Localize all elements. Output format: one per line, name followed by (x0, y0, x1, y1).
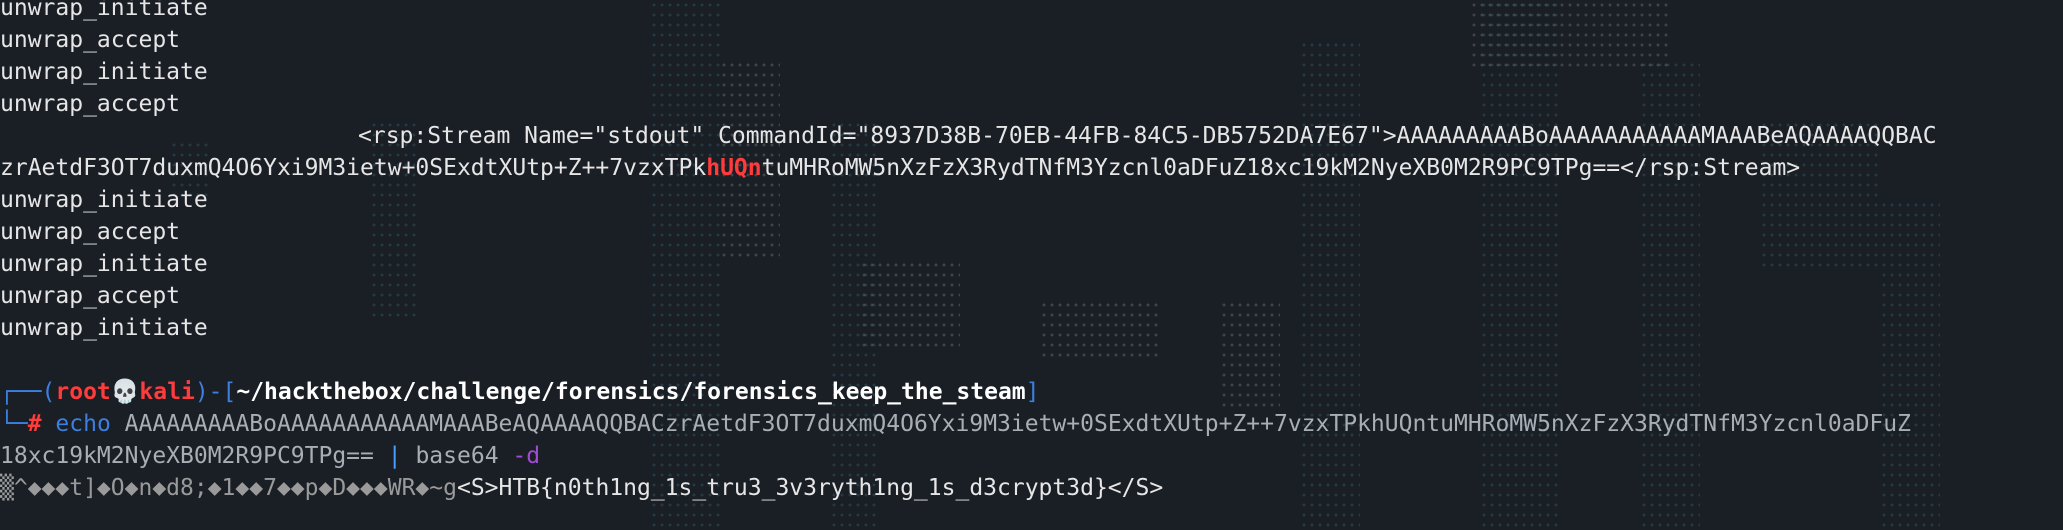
stream-open-text: <rsp:Stream Name="stdout" CommandId="893… (358, 123, 1937, 149)
command-argument-wrap: 18xc19kM2NyeXB0M2R9PC9TPg== (0, 443, 374, 469)
prompt-user: root (55, 379, 111, 405)
stream-text-a: zrAetdF3OT7duxmQ4O6Yxi9M3ietw+0SExdtXUtp… (0, 155, 707, 181)
prompt-box-bottom: └─ (0, 411, 28, 437)
decoded-flag-result: <S>HTB{n0th1ng_1s_tru3_3v3ryth1ng_1s_d3c… (456, 475, 1164, 501)
terminal-window[interactable]: unwrap_initiate unwrap_accept unwrap_ini… (0, 0, 2063, 530)
log-line: unwrap_accept (0, 283, 181, 309)
decoded-output-line: ▒^◆◆◆t]◆O◆n◆d8;◆1◆◆7◆◆p◆D◆◆◆WR◆~g<S>HTB{… (0, 472, 2063, 504)
log-line: unwrap_initiate (0, 315, 208, 341)
log-line: unwrap_accept (0, 219, 181, 245)
terminal-output: unwrap_initiate unwrap_accept unwrap_ini… (0, 0, 2063, 504)
decoded-garbage: ▒^◆◆◆t]◆O◆n◆d8;◆1◆◆7◆◆p◆D◆◆◆WR◆~g (0, 475, 457, 501)
log-line: unwrap_initiate (0, 251, 208, 277)
skull-icon: 💀 (110, 379, 140, 405)
prompt-line: ┌──(root💀kali)-[~/hackthebox/challenge/f… (0, 376, 2063, 408)
prompt-hash: # (27, 411, 42, 437)
prompt-cwd: ~/hackthebox/challenge/forensics/forensi… (236, 379, 1026, 405)
log-line: unwrap_accept (0, 91, 181, 117)
stream-line: <rsp:Stream Name="stdout" CommandId="893… (0, 120, 2063, 152)
prompt-end: ] (1025, 379, 1040, 405)
command-flag: -d (512, 443, 541, 469)
command-base64: base64 (415, 443, 499, 469)
command-pipe: | (387, 443, 402, 469)
command-line-wrap[interactable]: 18xc19kM2NyeXB0M2R9PC9TPg== | base64 -d (0, 440, 2063, 472)
prompt-mid: )-[ (194, 379, 237, 405)
command-echo: echo (55, 411, 111, 437)
stream-continuation-line: zrAetdF3OT7duxmQ4O6Yxi9M3ietw+0SExdtXUtp… (0, 152, 2063, 184)
log-line: unwrap_accept (0, 27, 181, 53)
log-line: unwrap_initiate (0, 59, 208, 85)
command-line[interactable]: └─# echo AAAAAAAAABoAAAAAAAAAAAMAAABeAQA… (0, 408, 2063, 440)
log-line: unwrap_initiate (0, 187, 208, 213)
stream-highlight: hUQn (706, 155, 762, 181)
prompt-box-top: ┌──( (0, 379, 56, 405)
log-line: unwrap_initiate (0, 0, 208, 21)
command-argument: AAAAAAAAABoAAAAAAAAAAAMAAABeAQAAAAQQBACz… (124, 411, 1911, 437)
prompt-host: kali (139, 379, 195, 405)
stream-text-b: tuMHRoMW5nXzFzX3RydTNfM3Yzcnl0aDFuZ18xc1… (761, 155, 1801, 181)
